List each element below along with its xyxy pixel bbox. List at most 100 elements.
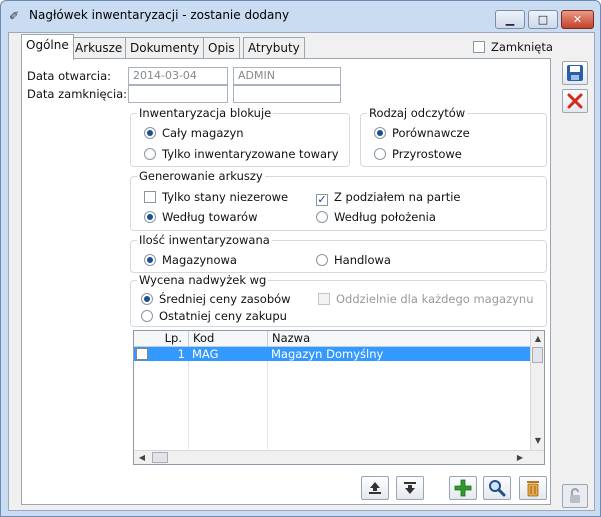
vertical-scrollbar[interactable]: ▲ ▼	[530, 331, 544, 450]
horizontal-scroll-thumb[interactable]	[152, 452, 168, 463]
tab-general[interactable]: Ogólne	[21, 34, 74, 60]
close-user-field[interactable]	[233, 85, 341, 103]
row-checkbox[interactable]	[136, 348, 148, 360]
window-title: Nagłówek inwentaryzacji - zostanie dodan…	[29, 8, 290, 22]
plus-icon	[454, 479, 472, 497]
radio-selected-icon[interactable]	[374, 127, 386, 139]
radio-icon[interactable]	[316, 211, 328, 223]
tab-attributes[interactable]: Atrybuty	[243, 37, 305, 59]
radio-icon[interactable]	[144, 148, 156, 160]
scroll-up-icon[interactable]: ▲	[532, 333, 544, 345]
warehouse-grid[interactable]: Lp. Kod Nazwa 1 MAG Magazyn Domyślny ▲ ▼	[133, 330, 545, 465]
title-bar[interactable]: ✐ Nagłówek inwentaryzacji - zostanie dod…	[1, 1, 600, 31]
reading-type-group-title: Rodzaj odczytów	[367, 106, 468, 120]
row-code: MAG	[192, 347, 219, 361]
tab-description[interactable]: Opis	[203, 37, 240, 59]
quantity-option-commercial[interactable]: Handlowa	[316, 252, 391, 268]
row-name: Magazyn Domyślny	[271, 347, 384, 361]
search-button[interactable]	[483, 476, 511, 500]
sheet-generation-group: Generowanie arkuszy Tylko stany niezerow…	[130, 169, 547, 231]
radio-selected-icon[interactable]	[144, 127, 156, 139]
column-header-name[interactable]: Nazwa	[268, 331, 531, 347]
quantity-option-warehouse-label: Magazynowa	[162, 253, 237, 267]
add-button[interactable]	[449, 476, 477, 500]
by-location-option[interactable]: Według położenia	[316, 209, 436, 225]
tab-sheets[interactable]: Arkusze	[70, 37, 128, 59]
quantity-option-warehouse[interactable]: Magazynowa	[144, 252, 237, 268]
general-tab-panel: Data otwarcia: 2014-03-04 ADMIN Data zam…	[21, 58, 551, 505]
split-by-batch-checkbox[interactable]: ✓ Z podziałem na partie	[316, 189, 461, 206]
close-date-label: Data zamknięcia:	[27, 87, 128, 101]
horizontal-scrollbar[interactable]: ◀ ▶	[134, 450, 544, 464]
delete-button[interactable]	[519, 476, 547, 500]
closed-checkbox-box[interactable]	[473, 41, 485, 53]
lock-icon	[570, 488, 580, 503]
checkbox-icon[interactable]	[144, 191, 156, 203]
blocks-group-title: Inwentaryzacja blokuje	[137, 106, 274, 120]
row-lp: 1	[177, 347, 185, 361]
close-date-field[interactable]	[128, 85, 228, 103]
save-icon	[567, 65, 583, 81]
reading-type-group: Rodzaj odczytów Porównawcze Przyrostowe	[360, 106, 547, 167]
reading-option-incremental-label: Przyrostowe	[392, 147, 462, 161]
import-icon	[404, 482, 416, 494]
closed-checkbox-label: Zamknięta	[491, 40, 553, 54]
column-divider	[267, 361, 268, 449]
blocks-option-items[interactable]: Tylko inwentaryzowane towary	[144, 146, 339, 162]
scroll-down-icon[interactable]: ▼	[532, 435, 544, 447]
export-button[interactable]	[361, 476, 389, 500]
by-location-label: Według położenia	[334, 210, 436, 224]
quantity-option-commercial-label: Handlowa	[334, 253, 391, 267]
blocks-option-whole[interactable]: Cały magazyn	[144, 125, 244, 141]
lock-button[interactable]	[562, 484, 588, 508]
radio-icon[interactable]	[374, 148, 386, 160]
reading-option-incremental[interactable]: Przyrostowe	[374, 146, 462, 162]
column-header-lp[interactable]: Lp.	[134, 331, 189, 347]
table-row[interactable]: 1 MAG Magazyn Domyślny	[134, 347, 531, 361]
quantity-group: Ilość inwentaryzowana Magazynowa Handlow…	[130, 233, 547, 273]
checkbox-checked-icon[interactable]: ✓	[316, 194, 328, 206]
radio-icon[interactable]	[141, 310, 153, 322]
open-user-field[interactable]: ADMIN	[233, 67, 341, 85]
scroll-left-icon[interactable]: ◀	[136, 452, 148, 464]
valuation-group-title: Wycena nadwyżek wg	[137, 273, 269, 287]
window: ✐ Nagłówek inwentaryzacji - zostanie dod…	[0, 0, 601, 517]
cancel-icon	[567, 93, 583, 109]
sheet-generation-group-title: Generowanie arkuszy	[137, 169, 265, 183]
by-goods-label: Według towarów	[162, 210, 258, 224]
per-warehouse-checkbox: Oddzielnie dla każdego magazynu	[318, 291, 534, 307]
reading-option-comparative-label: Porównawcze	[392, 126, 470, 140]
quantity-group-title: Ilość inwentaryzowana	[137, 233, 272, 247]
radio-selected-icon[interactable]	[141, 293, 153, 305]
radio-icon[interactable]	[316, 254, 328, 266]
cancel-button[interactable]	[562, 89, 588, 113]
tab-documents[interactable]: Dokumenty	[125, 37, 205, 59]
checkbox-disabled-icon	[318, 293, 330, 305]
by-goods-option[interactable]: Według towarów	[144, 209, 258, 225]
valuation-group: Wycena nadwyżek wg Średniej ceny zasobów…	[130, 273, 547, 327]
only-nonzero-label: Tylko stany niezerowe	[162, 190, 289, 204]
blocks-group: Inwentaryzacja blokuje Cały magazyn Tylk…	[130, 106, 350, 167]
valuation-option-last[interactable]: Ostatniej ceny zakupu	[141, 308, 287, 324]
save-button[interactable]	[562, 61, 588, 85]
scroll-right-icon[interactable]: ▶	[514, 452, 526, 464]
column-divider	[188, 361, 189, 449]
closed-checkbox[interactable]: Zamknięta	[473, 39, 553, 55]
minimize-button[interactable]: ▁	[495, 10, 525, 29]
per-warehouse-label: Oddzielnie dla każdego magazynu	[336, 292, 534, 306]
import-button[interactable]	[396, 476, 424, 500]
only-nonzero-checkbox[interactable]: Tylko stany niezerowe	[144, 189, 288, 205]
maximize-button[interactable]: □	[528, 10, 558, 29]
radio-selected-icon[interactable]	[144, 254, 156, 266]
open-date-label: Data otwarcia:	[27, 69, 112, 83]
reading-option-comparative[interactable]: Porównawcze	[374, 125, 470, 141]
blocks-option-whole-label: Cały magazyn	[162, 126, 244, 140]
column-header-code[interactable]: Kod	[189, 331, 268, 347]
radio-selected-icon[interactable]	[144, 211, 156, 223]
trash-icon	[527, 481, 539, 497]
open-date-field[interactable]: 2014-03-04	[128, 67, 228, 85]
split-by-batch-label: Z podziałem na partie	[334, 190, 461, 204]
close-button[interactable]: ✕	[561, 10, 594, 29]
valuation-option-average[interactable]: Średniej ceny zasobów	[141, 291, 291, 307]
vertical-scroll-thumb[interactable]	[532, 347, 543, 363]
